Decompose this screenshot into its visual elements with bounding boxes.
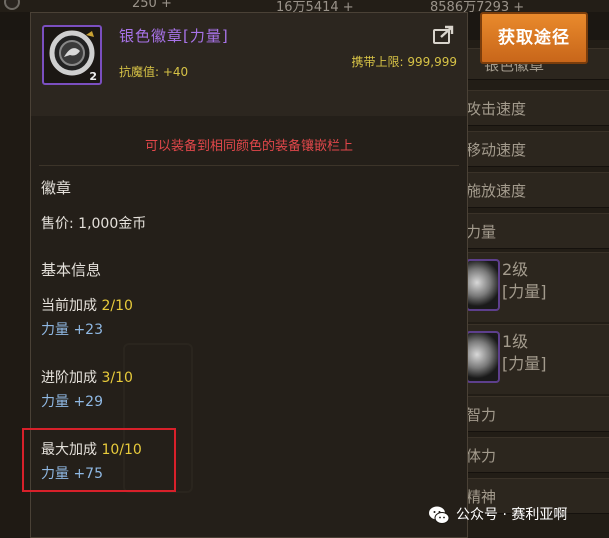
bg-list-item-attack-speed[interactable]: 攻击速度 [462, 90, 609, 126]
advanced-bonus: 进阶加成 3/10 [41, 367, 133, 387]
bg-badge-slot-2[interactable]: 1级 [力量] [462, 324, 609, 394]
share-icon[interactable] [433, 25, 455, 45]
watermark-text: 公众号 · 赛利亚啊 [456, 507, 568, 523]
advanced-bonus-label: 进阶加成 [41, 370, 97, 386]
item-name: 银色徽章[力量] [119, 27, 229, 45]
currency-1: 250 + [132, 0, 172, 11]
current-bonus-value: 2/10 [101, 298, 133, 314]
acquire-route-button[interactable]: 获取途径 [480, 12, 588, 64]
item-stat: 抗魔值: +40 [119, 65, 189, 79]
section-title: 基本信息 [41, 261, 102, 279]
highlight-box [22, 428, 176, 492]
badge-level: 1级 [502, 332, 529, 351]
badge-icon [466, 259, 500, 311]
carry-limit: 携带上限: 999,999 [351, 55, 457, 69]
item-price: 售价: 1,000金币 [41, 216, 147, 232]
bg-list-item-strength[interactable]: 力量 [462, 213, 609, 249]
item-count: 2 [89, 70, 97, 83]
badge-type: [力量] [502, 354, 547, 373]
current-bonus-label: 当前加成 [41, 298, 97, 314]
bg-list-item-intellect[interactable]: 智力 [462, 396, 609, 432]
coin-icon [4, 0, 20, 10]
item-category: 徽章 [41, 179, 72, 197]
current-bonus: 当前加成 2/10 [41, 295, 133, 315]
bg-list-item-move-speed[interactable]: 移动速度 [462, 131, 609, 167]
advanced-bonus-stat: 力量 +29 [41, 394, 103, 410]
tooltip-header: 2 银色徽章[力量] 抗魔值: +40 携带上限: 999,999 [31, 13, 467, 116]
divider [39, 165, 459, 166]
notice-text: 可以装备到相同颜色的装备镶嵌栏上 [144, 139, 353, 154]
bg-badge-slot-1[interactable]: 2级 [力量] [462, 252, 609, 322]
badge-type: [力量] [502, 282, 547, 301]
item-icon: 2 [42, 25, 102, 85]
wechat-icon [429, 506, 450, 524]
bg-list-item-vitality[interactable]: 体力 [462, 437, 609, 473]
bg-list-item-cast-speed[interactable]: 施放速度 [462, 172, 609, 208]
badge-icon [466, 331, 500, 383]
current-bonus-stat: 力量 +23 [41, 322, 103, 338]
advanced-bonus-value: 3/10 [101, 370, 133, 386]
currency-bar: 250 + 16万5414 + 8586万7293 + [0, 0, 609, 15]
badge-level: 2级 [502, 260, 529, 279]
